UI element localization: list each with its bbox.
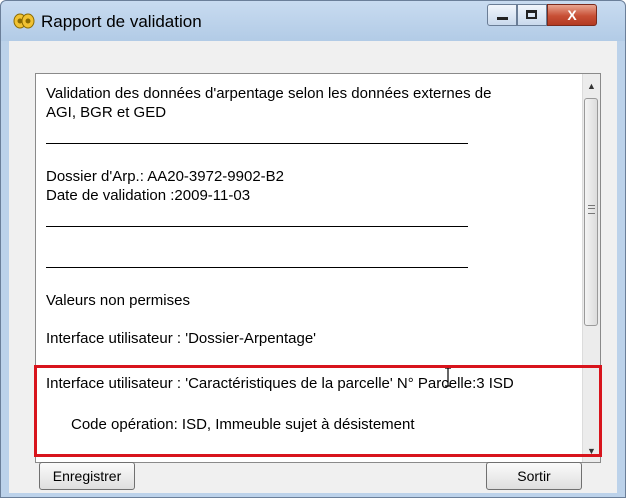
highlight-annotation <box>34 365 602 457</box>
scrollbar-grip-icon <box>588 205 595 214</box>
report-line: Validation des données d'arpentage selon… <box>46 85 492 102</box>
report-line: AGI, BGR et GED <box>46 104 167 121</box>
app-icon <box>13 13 35 29</box>
report-line: Dossier d'Arp.: AA20-3972-9902-B2 <box>46 168 285 185</box>
separator-line <box>46 226 468 227</box>
report-line: Date de validation :2009-11-03 <box>46 187 251 204</box>
minimize-button[interactable] <box>487 4 517 26</box>
close-button[interactable]: X <box>547 4 597 26</box>
maximize-button[interactable] <box>517 4 547 26</box>
scroll-up-arrow-icon[interactable]: ▲ <box>583 78 600 95</box>
separator-line <box>46 143 468 144</box>
exit-button[interactable]: Sortir <box>486 462 582 490</box>
window-client-area: Validation des données d'arpentage selon… <box>9 41 617 493</box>
window-title: Rapport de validation <box>41 12 202 31</box>
separator-line <box>46 267 468 268</box>
close-icon: X <box>567 7 577 23</box>
title-bar[interactable]: Rapport de validation X <box>1 1 625 41</box>
report-window: Rapport de validation X Validation des d… <box>0 0 626 498</box>
scrollbar-thumb[interactable] <box>584 98 598 326</box>
save-button[interactable]: Enregistrer <box>39 462 135 490</box>
minimize-icon <box>497 17 508 20</box>
report-line: Interface utilisateur : 'Dossier-Arpenta… <box>46 330 317 347</box>
report-line: Valeurs non permises <box>46 292 190 309</box>
maximize-icon <box>526 10 537 19</box>
